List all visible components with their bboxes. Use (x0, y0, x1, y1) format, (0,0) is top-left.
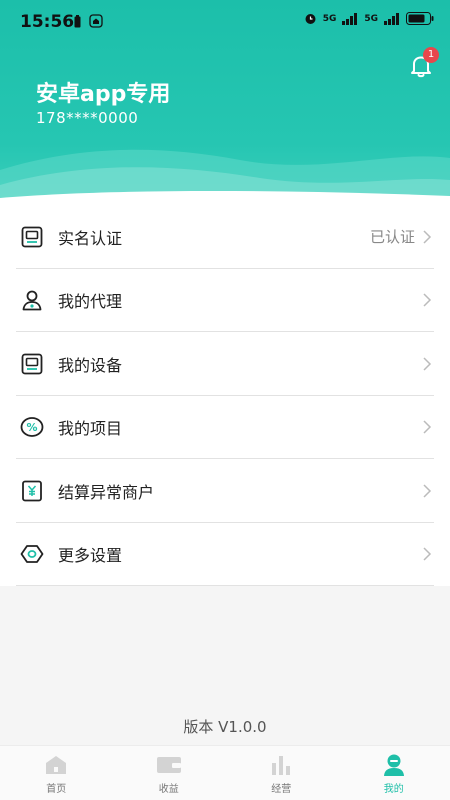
user-phone: 178****0000 (36, 109, 139, 127)
tab-earnings[interactable]: 收益 (113, 746, 226, 800)
home-status-icon (89, 14, 103, 28)
menu-item-agent[interactable]: 我的代理 (0, 269, 450, 333)
user-name: 安卓app专用 (36, 82, 171, 107)
chevron-right-icon (423, 293, 432, 307)
tab-mine[interactable]: 我的 (338, 746, 450, 800)
person-icon (20, 288, 44, 312)
status-time: 15:56 (20, 12, 75, 32)
menu-item-more-settings[interactable]: 更多设置 (0, 523, 450, 587)
settings-icon (20, 542, 44, 566)
verification-status: 已认证 (369, 228, 415, 247)
menu-item-label: 更多设置 (58, 546, 123, 566)
tab-business[interactable]: 经营 (225, 746, 338, 800)
menu-item-label: 结算异常商户 (58, 482, 155, 502)
signal-icon (342, 12, 358, 25)
status-bar: 15:56 5G 5G (0, 0, 450, 44)
chevron-right-icon (423, 547, 432, 561)
wallet-icon (156, 752, 182, 778)
menu-item-projects[interactable]: % 我的项目 (0, 396, 450, 460)
menu-item-label: 我的项目 (58, 419, 123, 439)
menu-item-label: 实名认证 (58, 228, 123, 248)
id-card-icon (20, 225, 44, 249)
percent-icon: % (20, 415, 44, 439)
bar-chart-icon (268, 752, 294, 778)
tab-home[interactable]: 首页 (0, 746, 113, 800)
menu-item-verification[interactable]: 实名认证 已认证 (0, 205, 450, 269)
svg-text:%: % (26, 421, 37, 434)
yen-icon (20, 479, 44, 503)
menu-item-label: 我的设备 (58, 355, 123, 375)
tab-label: 我的 (383, 784, 404, 795)
menu-list: 实名认证 已认证 我的代理 我的设备 % 我的项目 结算异常商户 更多设置 (0, 205, 450, 586)
signal-icon-2 (384, 12, 399, 25)
tab-label: 首页 (46, 784, 67, 795)
home-icon (43, 752, 69, 778)
device-icon (20, 352, 44, 376)
chevron-right-icon (423, 357, 432, 371)
bottom-tab-bar: 首页 收益 经营 我的 (0, 745, 450, 800)
battery-saver-icon (74, 14, 81, 27)
menu-item-label: 我的代理 (58, 292, 123, 312)
alarm-icon (305, 14, 316, 24)
header-wave (0, 149, 450, 205)
profile-icon (381, 752, 407, 778)
tab-label: 经营 (271, 784, 292, 795)
chevron-right-icon (423, 484, 432, 498)
profile-header: 15:56 5G 5G 1 安卓app专用 178****0000 (0, 0, 450, 205)
tab-label: 收益 (158, 784, 179, 795)
battery-icon (406, 12, 434, 25)
menu-item-abnormal-merchants[interactable]: 结算异常商户 (0, 459, 450, 523)
app-version: 版本 V1.0.0 (183, 718, 267, 736)
network-label-2: 5G (364, 13, 378, 24)
chevron-right-icon (423, 230, 432, 244)
network-label-1: 5G (322, 13, 337, 24)
chevron-right-icon (423, 420, 432, 434)
notification-badge: 1 (423, 47, 439, 63)
menu-item-devices[interactable]: 我的设备 (0, 332, 450, 396)
